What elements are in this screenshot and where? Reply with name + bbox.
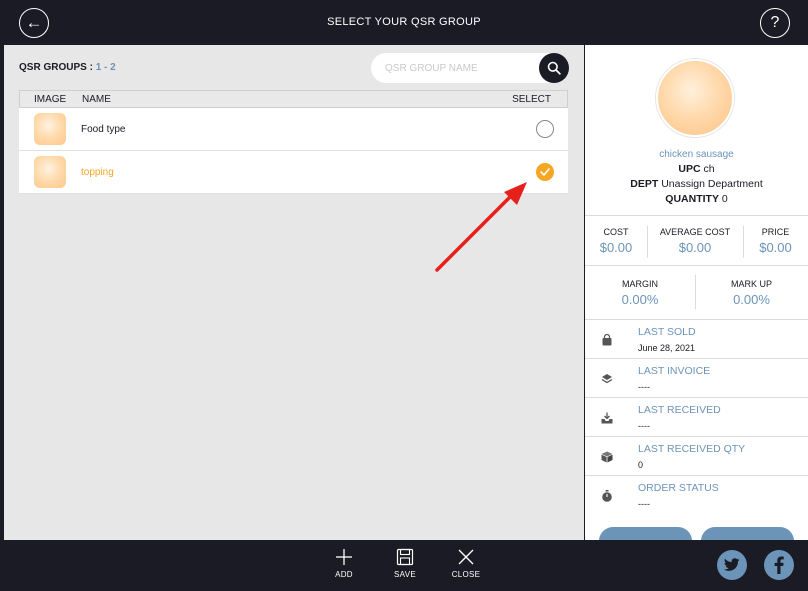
average-cost-stat: AVERAGE COST $0.00 — [647, 227, 743, 255]
upc-label: UPC — [678, 163, 701, 175]
floppy-disk-icon — [396, 548, 414, 566]
last-received-qty-label: LAST RECEIVED QTY — [638, 443, 746, 455]
twitter-icon — [724, 558, 740, 571]
info-row-last-received-qty: LAST RECEIVED QTY 0 — [585, 436, 808, 475]
add-button[interactable]: ADD — [324, 548, 364, 579]
checkmark-icon — [540, 168, 550, 176]
product-dept: DEPT Unassign Department — [585, 178, 808, 190]
search-box — [371, 53, 569, 83]
group-name: Food type — [81, 123, 126, 135]
save-button[interactable]: SAVE — [385, 548, 425, 579]
select-radio-food-type[interactable] — [536, 120, 554, 138]
group-thumbnail — [34, 113, 66, 145]
red-annotation-arrow-icon — [435, 182, 527, 272]
select-radio-topping[interactable] — [536, 163, 554, 181]
qsr-groups-pages-link[interactable]: 1 - 2 — [96, 62, 116, 73]
info-row-last-sold: LAST SOLD June 28, 2021 — [585, 319, 808, 358]
product-quantity: QUANTITY 0 — [585, 193, 808, 205]
last-received-qty-value: 0 — [638, 460, 644, 470]
dept-value: Unassign Department — [661, 178, 763, 190]
search-icon — [547, 61, 561, 75]
upc-value: ch — [703, 163, 715, 175]
twitter-button[interactable] — [717, 550, 747, 580]
last-invoice-label: LAST INVOICE — [638, 365, 711, 377]
cost-value: $0.00 — [599, 240, 633, 255]
average-cost-value: $0.00 — [678, 240, 712, 255]
table-row-food-type[interactable]: Food type — [19, 108, 568, 151]
product-image — [656, 59, 734, 137]
qsr-group-search-input[interactable] — [385, 53, 535, 83]
last-received-value: ---- — [638, 421, 650, 431]
price-value: $0.00 — [759, 240, 792, 255]
facebook-button[interactable] — [764, 550, 794, 580]
qsr-groups-pagination: QSR GROUPS : 1 - 2 — [19, 62, 116, 73]
question-mark-icon: ? — [770, 14, 780, 31]
order-status-label: ORDER STATUS — [638, 482, 719, 494]
qsr-groups-label: QSR GROUPS : — [19, 62, 96, 73]
last-invoice-value: ---- — [638, 382, 650, 392]
margin-label: MARGIN — [622, 279, 658, 289]
close-label: CLOSE — [451, 570, 481, 579]
cost-label: COST — [603, 227, 629, 237]
close-button[interactable]: CLOSE — [446, 548, 486, 579]
price-stat: PRICE $0.00 — [743, 227, 808, 255]
margin-value: 0.00% — [621, 292, 659, 307]
column-header-name: NAME — [82, 93, 111, 105]
add-label: ADD — [335, 570, 353, 579]
stopwatch-icon — [602, 490, 612, 502]
search-button[interactable] — [539, 53, 569, 83]
facebook-icon — [774, 556, 784, 574]
page-title: SELECT YOUR QSR GROUP — [327, 16, 481, 28]
last-received-label: LAST RECEIVED — [638, 404, 721, 416]
tray-download-icon — [601, 412, 613, 424]
bag-icon — [602, 334, 612, 346]
partially-hidden-button-right[interactable] — [701, 527, 794, 540]
price-label: PRICE — [761, 227, 790, 237]
dept-label: DEPT — [630, 178, 659, 190]
info-row-order-status: ORDER STATUS ---- — [585, 475, 808, 514]
quantity-label: QUANTITY — [665, 193, 719, 205]
close-icon — [458, 549, 474, 565]
bottom-toolbar: ADD SAVE CLOSE — [0, 540, 808, 591]
last-sold-value: June 28, 2021 — [638, 343, 696, 353]
column-header-image: IMAGE — [34, 93, 67, 105]
help-button[interactable]: ? — [760, 8, 790, 38]
product-name: chicken sausage — [659, 149, 734, 160]
markup-label: MARK UP — [730, 279, 772, 289]
product-upc: UPC ch — [585, 163, 808, 175]
top-bar: ← SELECT YOUR QSR GROUP ? — [0, 0, 808, 45]
markup-stat: MARK UP 0.00% — [695, 279, 808, 307]
info-row-last-received: LAST RECEIVED ---- — [585, 397, 808, 436]
cost-stats: COST $0.00 AVERAGE COST $0.00 PRICE $0.0… — [585, 215, 808, 265]
product-details-panel: chicken sausage UPC ch DEPT Unassign Dep… — [585, 45, 808, 540]
average-cost-label: AVERAGE COST — [659, 227, 731, 237]
quantity-value: 0 — [721, 193, 728, 205]
plus-icon — [336, 549, 352, 565]
column-header-select: SELECT — [512, 93, 551, 105]
group-thumbnail — [34, 156, 66, 188]
save-label: SAVE — [394, 570, 416, 579]
margin-stat: MARGIN 0.00% — [585, 279, 695, 307]
table-header: IMAGE NAME SELECT — [19, 90, 568, 108]
partially-hidden-button-left[interactable] — [599, 527, 692, 540]
margin-stats: MARGIN 0.00% MARK UP 0.00% — [585, 265, 808, 319]
info-row-last-invoice: LAST INVOICE ---- — [585, 358, 808, 397]
qsr-group-panel: QSR GROUPS : 1 - 2 IMAGE NAME SELECT Foo… — [4, 45, 584, 540]
markup-value: 0.00% — [733, 292, 770, 307]
qsr-group-table: IMAGE NAME SELECT Food type topping — [19, 90, 568, 194]
last-sold-label: LAST SOLD — [638, 326, 696, 338]
layers-icon — [601, 374, 613, 384]
group-name: topping — [81, 166, 114, 178]
box-icon — [601, 451, 613, 463]
order-status-value: ---- — [638, 499, 650, 509]
cost-stat: COST $0.00 — [585, 227, 647, 255]
